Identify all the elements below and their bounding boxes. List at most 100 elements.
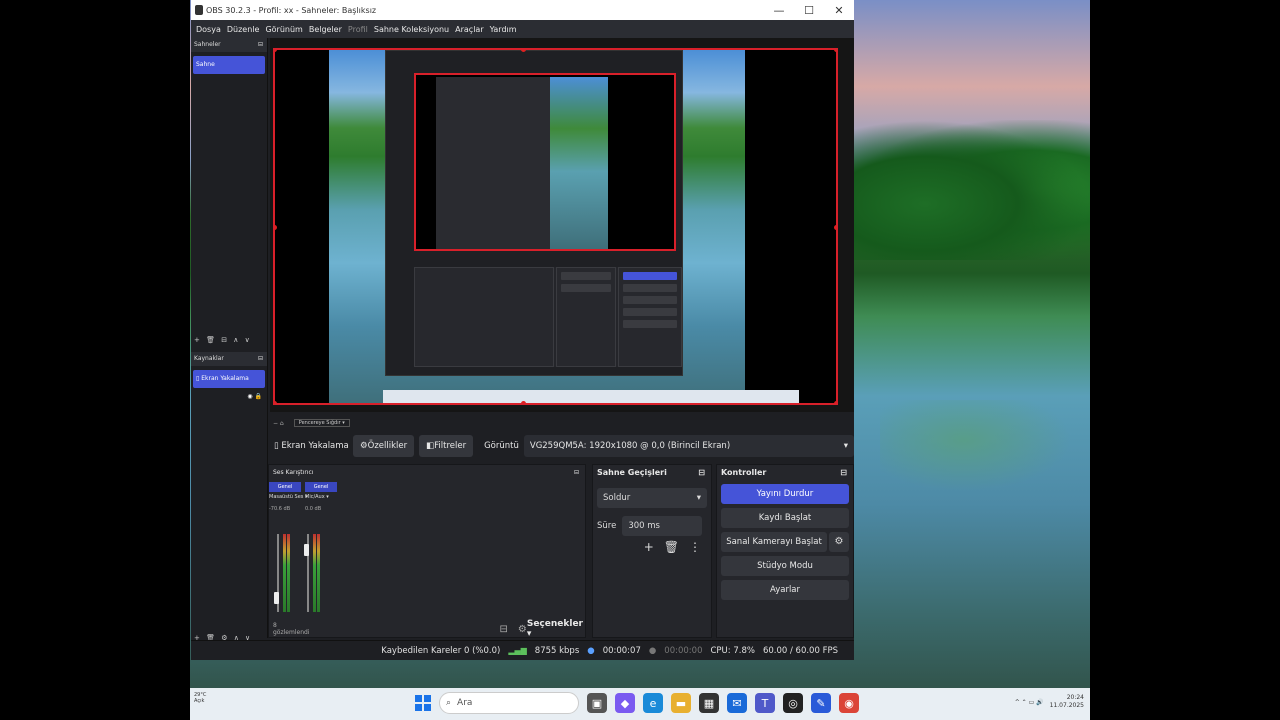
resize-handle[interactable] xyxy=(275,225,277,230)
nested-mixer xyxy=(414,267,554,367)
transitions-title: Sahne Geçişleri xyxy=(597,468,667,477)
stop-stream-button[interactable]: Yayını Durdur xyxy=(721,484,849,504)
studio-mode-button[interactable]: Stüdyo Modu xyxy=(721,556,849,576)
mixer-settings-icon[interactable]: ⚙ xyxy=(518,624,527,635)
left-letterbox xyxy=(0,0,190,720)
audio-mixer-footer: 8 gözlemlendi ⊟ ⚙ Seçenekler ▾ xyxy=(273,619,583,639)
search-icon: ⌕ xyxy=(446,698,452,708)
scale-select[interactable]: Pencereye Sığdır ▾ xyxy=(293,419,350,427)
preview-canvas[interactable] xyxy=(273,48,838,405)
scenes-title: Sahneler xyxy=(194,41,221,48)
task-view-icon[interactable]: ▣ xyxy=(587,693,607,713)
taskbar-search[interactable]: ⌕ Ara xyxy=(439,692,579,714)
transition-actions: + 🗑 ⋮ xyxy=(593,540,711,554)
menu-view[interactable]: Görünüm xyxy=(262,25,305,34)
display-value: VG259QM5A: 1920x1080 @ 0,0 (Birincil Ekr… xyxy=(529,441,731,451)
add-icon[interactable]: + xyxy=(644,540,654,554)
resize-handle[interactable] xyxy=(521,401,526,403)
source-item[interactable]: ▯ Ekran Yakalama ◉ 🔒 xyxy=(193,370,265,400)
options-button[interactable]: Seçenekler ▾ xyxy=(527,619,583,639)
clock-date: 11.07.2025 xyxy=(1049,702,1084,709)
menu-tools[interactable]: Araçlar xyxy=(452,25,486,34)
windows-taskbar: 29°C Açık ⌕ Ara ▣ ◆ e ▬ ▦ ✉ T ◎ ✎ ◉ ^ ⌃ … xyxy=(190,688,1090,720)
menu-edit[interactable]: Düzenle xyxy=(224,25,263,34)
nested-wallpaper xyxy=(550,77,608,249)
zoom-controls[interactable]: − ⌂ xyxy=(273,420,284,427)
chrome-icon[interactable]: ◉ xyxy=(839,693,859,713)
channel-name[interactable]: Mic/Aux ▾ xyxy=(305,492,337,502)
window-title: OBS 30.2.3 - Profil: xx - Sahneler: Başl… xyxy=(206,5,377,15)
channel-group: Genel xyxy=(269,482,301,492)
resize-handle[interactable] xyxy=(834,50,836,52)
mixer-status: 8 gözlemlendi xyxy=(273,622,310,636)
dock-menu-icon[interactable]: ⊟ xyxy=(698,465,705,480)
tray-icons[interactable]: ^ ⌃ ▭ 🔊 xyxy=(1015,699,1044,706)
start-virtualcam-button[interactable]: Sanal Kamerayı Başlat xyxy=(721,532,827,552)
settings-button[interactable]: Ayarlar xyxy=(721,580,849,600)
resize-handle[interactable] xyxy=(834,225,836,230)
level-meter xyxy=(313,534,316,612)
clock[interactable]: 20:24 11.07.2025 xyxy=(1050,694,1084,710)
menu-file[interactable]: Dosya xyxy=(193,25,224,34)
scenes-toolbar[interactable]: + 🗑 ⊟ ∧ ∨ xyxy=(191,336,267,344)
obs-window: OBS 30.2.3 - Profil: xx - Sahneler: Başl… xyxy=(191,0,854,660)
scene-item[interactable]: Sahne xyxy=(193,56,265,74)
layout-icon[interactable]: ⊟ xyxy=(499,624,507,635)
dock-menu-icon[interactable]: ⊟ xyxy=(258,352,263,366)
file-explorer-icon[interactable]: ▬ xyxy=(671,693,691,713)
resize-handle[interactable] xyxy=(275,50,277,52)
fps: 60.00 / 60.00 FPS xyxy=(762,645,838,656)
audio-mixer-header: Ses Karıştırıcı ⊟ xyxy=(269,465,585,480)
fader-knob[interactable] xyxy=(304,543,309,556)
more-icon[interactable]: ⋮ xyxy=(689,540,701,554)
sources-header: Kaynaklar ⊟ xyxy=(191,352,267,366)
audio-channel-mic: Genel Mic/Aux ▾ 0.0 dB xyxy=(304,482,337,622)
controls-title: Kontroller xyxy=(721,468,767,477)
copilot-icon[interactable]: ◆ xyxy=(615,693,635,713)
resize-handle[interactable] xyxy=(275,401,277,403)
windows-start-icon[interactable] xyxy=(415,695,431,711)
menu-scene-collection[interactable]: Sahne Koleksiyonu xyxy=(371,25,452,34)
gear-icon[interactable]: ⚙ xyxy=(829,532,849,552)
display-select[interactable]: VG259QM5A: 1920x1080 @ 0,0 (Birincil Ekr… xyxy=(523,435,854,457)
visibility-eye-icon[interactable]: ◉ 🔒 xyxy=(247,388,262,406)
weather-widget[interactable]: 29°C Açık xyxy=(194,692,210,704)
channel-name[interactable]: Masaüstü Ses ▾ xyxy=(269,492,308,502)
dock-menu-icon[interactable]: ⊟ xyxy=(574,465,579,480)
mail-icon[interactable]: ✉ xyxy=(727,693,747,713)
close-button[interactable]: ✕ xyxy=(824,4,854,17)
properties-button[interactable]: ⚙ Özellikler xyxy=(353,435,415,457)
duration-input[interactable]: 300 ms xyxy=(622,516,703,536)
sources-title: Kaynaklar xyxy=(194,355,224,362)
wallpaper-trees xyxy=(854,120,1090,260)
store-icon[interactable]: ▦ xyxy=(699,693,719,713)
app-icon[interactable]: ✎ xyxy=(811,693,831,713)
minimize-button[interactable]: — xyxy=(764,4,794,17)
chevron-down-icon: ▾ xyxy=(843,441,848,451)
menu-profile[interactable]: Profil xyxy=(345,25,371,34)
obs-taskbar-icon[interactable]: ◎ xyxy=(783,693,803,713)
channel-db: 0.0 dB xyxy=(305,506,322,512)
captured-screen xyxy=(329,50,799,403)
transition-select[interactable]: Soldur ▾ xyxy=(597,488,707,508)
duration-row: Süre 300 ms xyxy=(597,516,707,536)
transitions-header: Sahne Geçişleri ⊟ xyxy=(593,465,711,480)
nested-docks xyxy=(414,267,682,367)
channel-db: -70.6 dB xyxy=(269,506,291,512)
stream-icon: ● xyxy=(587,645,595,656)
teams-icon[interactable]: T xyxy=(755,693,775,713)
edge-icon[interactable]: e xyxy=(643,693,663,713)
fader-knob[interactable] xyxy=(274,592,279,605)
trash-icon[interactable]: 🗑 xyxy=(664,540,679,554)
maximize-button[interactable]: ☐ xyxy=(794,4,824,17)
menu-docks[interactable]: Belgeler xyxy=(306,25,345,34)
dock-menu-icon[interactable]: ⊟ xyxy=(840,465,847,480)
preview-area[interactable] xyxy=(270,38,854,412)
menu-help[interactable]: Yardım xyxy=(487,25,520,34)
nested-obs-window xyxy=(436,77,550,249)
start-recording-button[interactable]: Kaydı Başlat xyxy=(721,508,849,528)
filters-button[interactable]: ◧ Filtreler xyxy=(419,435,474,457)
audio-mixer-title: Ses Karıştırıcı xyxy=(273,469,314,476)
dock-menu-icon[interactable]: ⊟ xyxy=(258,38,263,52)
resize-handle[interactable] xyxy=(834,401,836,403)
